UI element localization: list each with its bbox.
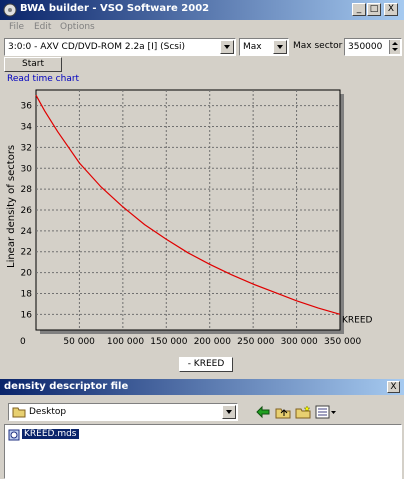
file-icon [8, 429, 20, 441]
window-title: BWA builder - VSO Software 2002 [20, 3, 210, 14]
y-tick-label: 16 [21, 310, 33, 320]
y-tick-label: 30 [21, 164, 33, 174]
y-tick-label: 22 [21, 248, 32, 258]
maximize-button[interactable]: □ [367, 3, 381, 16]
spinner-arrows[interactable] [389, 40, 400, 54]
y-tick-label: 28 [21, 185, 33, 195]
new-folder-icon[interactable] [295, 405, 311, 419]
spinner-down-icon[interactable] [392, 48, 398, 51]
drive-select[interactable]: 3:0:0 - AXV CD/DVD-ROM 2.2a [I] (Scsi) [4, 38, 236, 56]
x-tick-label: 300 000 [281, 337, 318, 347]
series-end-label: KREED [342, 315, 373, 325]
y-axis-label: Linear density of sectors [6, 144, 17, 268]
y-tick-label: 24 [21, 227, 33, 237]
minimize-button[interactable]: _ [352, 3, 366, 16]
speed-select-value: Max [243, 42, 262, 52]
x-tick-label: 350 000 [324, 337, 361, 347]
file-panel-title: density descriptor file [4, 381, 129, 392]
y-tick-label: 36 [21, 102, 33, 112]
view-menu-icon[interactable] [315, 405, 337, 419]
menu-options[interactable]: Options [60, 22, 95, 32]
start-button[interactable]: Start [4, 57, 62, 72]
y-tick-label: 18 [21, 289, 33, 299]
spinner-up-icon[interactable] [392, 42, 398, 45]
legend-kreed-button[interactable]: - KREED [179, 357, 233, 372]
title-bar[interactable]: BWA builder - VSO Software 2002 _ □ X [0, 0, 404, 20]
file-panel-close-button[interactable]: X [387, 381, 400, 393]
y-tick-label: 32 [21, 143, 32, 153]
menu-edit[interactable]: Edit [34, 22, 51, 32]
x-tick-label: 50 000 [63, 337, 95, 347]
max-sector-value: 350000 [348, 42, 383, 52]
x-tick-label: 200 000 [194, 337, 231, 347]
density-chart: 0 50 000 100 000 150 000 200 000 250 000 300 0… [20, 89, 373, 347]
file-name: KREED.mds [22, 429, 79, 439]
folder-select-value: Desktop [29, 407, 67, 417]
x-tick-label: 0 [20, 337, 26, 347]
file-panel-title-bar: density descriptor file X [0, 379, 404, 395]
chevron-down-icon [224, 45, 230, 49]
x-tick-label: 100 000 [107, 337, 144, 347]
chevron-down-icon [277, 45, 283, 49]
y-tick-label: 34 [21, 123, 33, 133]
drive-select-value: 3:0:0 - AXV CD/DVD-ROM 2.2a [I] (Scsi) [8, 42, 185, 52]
y-tick-label: 26 [21, 206, 33, 216]
max-sector-spinner[interactable]: 350000 [344, 38, 402, 56]
folder-select[interactable]: Desktop [8, 403, 238, 421]
folder-icon [12, 407, 26, 418]
speed-select[interactable]: Max [239, 38, 289, 56]
read-time-chart-label: Read time chart [7, 74, 80, 84]
app-icon [3, 3, 17, 17]
x-tick-label: 250 000 [237, 337, 274, 347]
drive-dropdown-button[interactable] [220, 40, 234, 54]
back-arrow-icon[interactable] [255, 405, 271, 419]
x-tick-label: 150 000 [150, 337, 187, 347]
folder-dropdown-button[interactable] [222, 405, 236, 419]
close-button[interactable]: X [384, 3, 398, 16]
file-list[interactable]: KREED.mds [4, 424, 402, 479]
speed-dropdown-button[interactable] [273, 40, 287, 54]
menu-file[interactable]: File [9, 22, 24, 32]
max-sector-label: Max sector [293, 41, 343, 51]
up-folder-icon[interactable] [275, 405, 291, 419]
menu-bar: File Edit Options [0, 20, 404, 36]
y-tick-label: 20 [21, 269, 33, 279]
chevron-down-icon [226, 410, 232, 414]
